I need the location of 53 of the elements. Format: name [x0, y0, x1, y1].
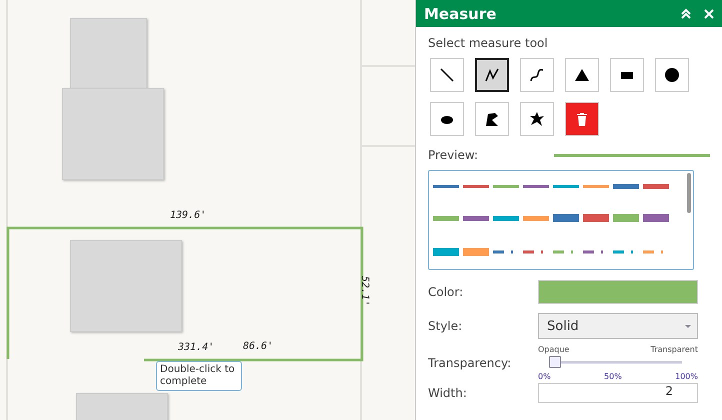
- line-style-swatch[interactable]: [493, 216, 519, 221]
- tool-prompt: Select measure tool: [428, 36, 549, 50]
- width-field[interactable]: 2: [538, 383, 698, 403]
- line-style-swatch[interactable]: [433, 248, 459, 256]
- line-style-swatch[interactable]: [463, 184, 489, 188]
- slider-min-label: Opaque: [538, 345, 570, 354]
- style-label: Style:: [428, 319, 464, 333]
- distance-label: 52.1': [359, 276, 370, 306]
- line-style-swatch[interactable]: [523, 184, 549, 188]
- line-style-swatch[interactable]: [433, 216, 459, 221]
- line-style-swatch[interactable]: [613, 214, 639, 222]
- line-style-swatch[interactable]: [643, 214, 669, 222]
- slider-max-label: Transparent: [650, 345, 698, 354]
- line-style-swatch[interactable]: [583, 214, 609, 222]
- collapse-button[interactable]: [680, 8, 692, 20]
- measure-tool-button[interactable]: [475, 58, 509, 92]
- close-button[interactable]: [704, 8, 714, 18]
- line-style-swatch[interactable]: [583, 184, 609, 188]
- tooltip: Double-click to complete: [156, 361, 242, 391]
- line-style-swatch[interactable]: [523, 216, 549, 221]
- polyline-icon: [483, 66, 501, 84]
- line-style-swatch[interactable]: [643, 184, 669, 189]
- panel-title: Measure: [424, 4, 498, 22]
- distance-label: 86.6': [243, 341, 274, 352]
- tick-label: 0%: [538, 372, 551, 381]
- distance-label: 139.6': [170, 210, 206, 221]
- line-style-swatch[interactable]: [493, 184, 519, 188]
- width-label: Width:: [428, 386, 468, 400]
- line-style-swatch[interactable]: [463, 216, 489, 221]
- style-dropdown[interactable]: Solid: [538, 313, 698, 339]
- color-label: Color:: [428, 285, 464, 299]
- delete-button[interactable]: [565, 102, 599, 136]
- curve-icon: [528, 66, 546, 84]
- tick-label: 50%: [604, 372, 622, 381]
- line-style-swatch[interactable]: [553, 184, 579, 188]
- transparency-label: Transparency:: [428, 356, 512, 370]
- distance-label: 331.4': [178, 342, 214, 353]
- line-style-swatch[interactable]: [613, 184, 639, 189]
- preview-label: Preview:: [428, 148, 478, 162]
- color-field[interactable]: [538, 280, 698, 304]
- tick-label: 100%: [675, 372, 698, 381]
- line-style-swatch[interactable]: [553, 214, 579, 222]
- line-icon: [438, 66, 456, 84]
- chevrons-up-icon: [680, 8, 692, 20]
- circle-icon: [663, 66, 681, 84]
- line-style-swatch[interactable]: [463, 248, 489, 256]
- polygon-icon: [483, 110, 501, 128]
- close-icon: [704, 8, 714, 18]
- dropdown-arrow-icon: [685, 324, 691, 328]
- slider-thumb[interactable]: [549, 356, 561, 368]
- star-icon: [528, 110, 546, 128]
- map[interactable]: 139.6' 52.1' 331.4' 86.6' Double-click to complete: [0, 0, 415, 420]
- line-style-swatch[interactable]: [433, 184, 459, 188]
